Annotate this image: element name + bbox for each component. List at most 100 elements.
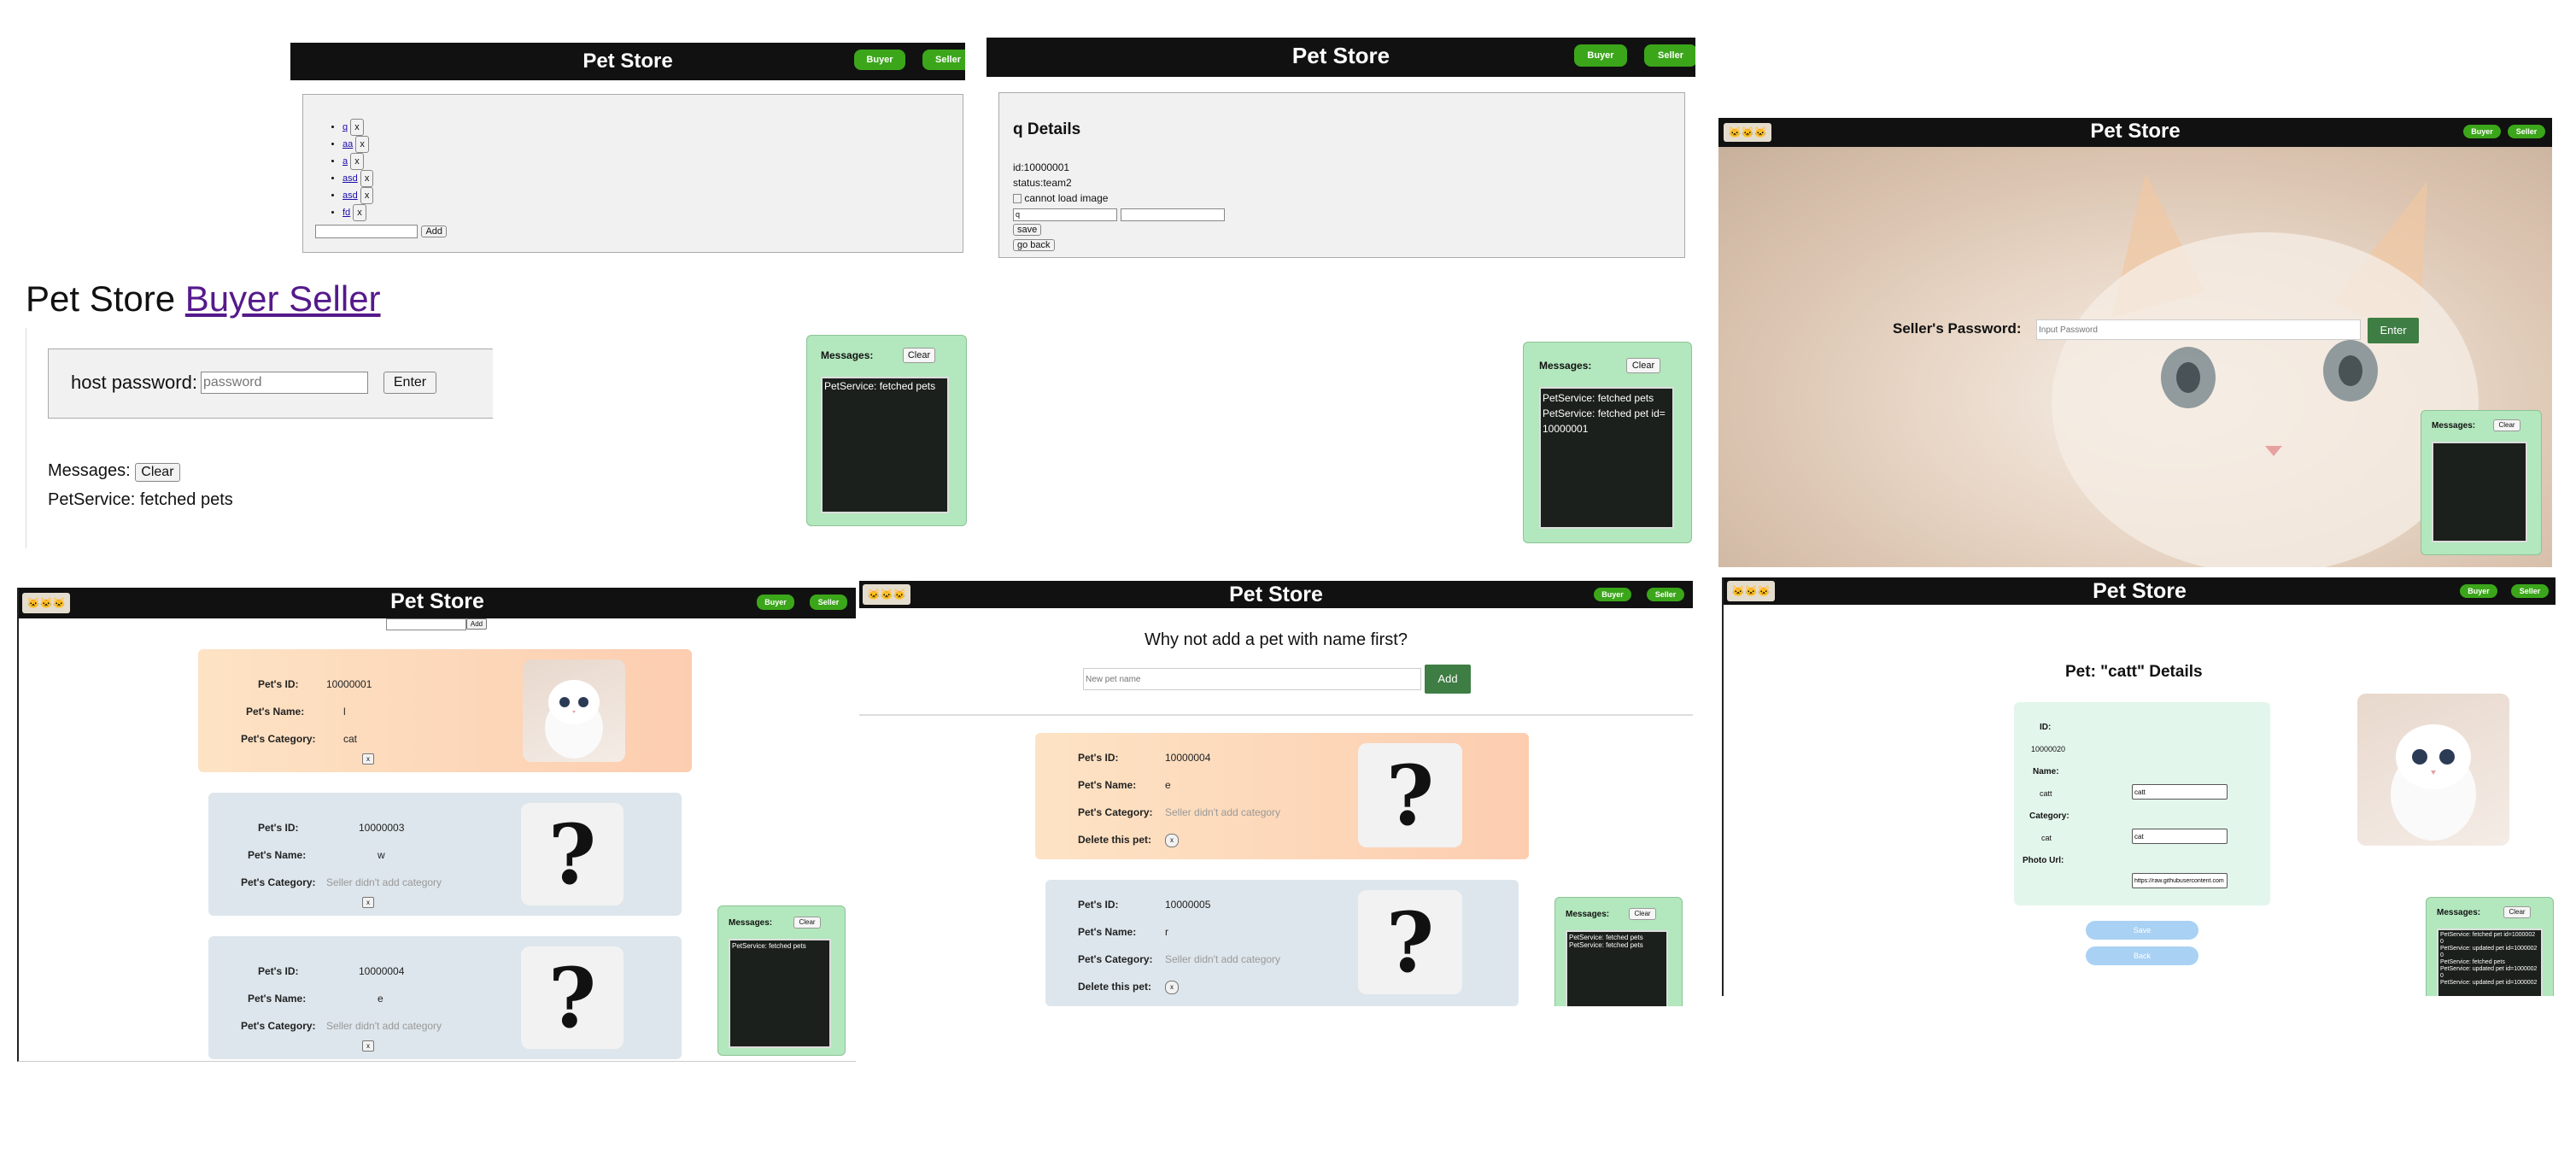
back-button[interactable]: Back <box>2086 946 2198 965</box>
add-pet-button[interactable]: Add <box>1425 665 1471 694</box>
message-line: PetService: fetched pet id=1000002 <box>2440 932 2536 938</box>
pet-list-item: aa x <box>342 136 963 153</box>
password-box: host password: Enter <box>48 349 493 419</box>
seller-button[interactable]: Seller <box>2508 125 2545 138</box>
seller-button[interactable]: Seller <box>922 50 965 70</box>
pet-list-box: q x aa x a x asd x asd x fd x Add <box>302 94 963 253</box>
messages-panel: Messages: Clear PetService: fetched pets <box>806 335 967 526</box>
buyer-button[interactable]: Buyer <box>2463 125 2501 138</box>
clear-messages-button[interactable]: Clear <box>2503 906 2531 918</box>
add-pet-button[interactable]: Add <box>466 618 487 630</box>
details-box: q Details id:10000001 status:team2 canno… <box>998 92 1685 258</box>
app-title: Pet Store <box>390 589 484 613</box>
message-line: 0 <box>2440 939 2444 945</box>
buyer-button[interactable]: Buyer <box>854 50 905 70</box>
new-pet-name-input[interactable] <box>1083 668 1421 690</box>
category-label: Category: <box>2029 811 2070 821</box>
delete-pet-button[interactable]: x <box>353 204 366 221</box>
delete-pet-button[interactable]: x <box>1165 834 1179 847</box>
delete-pet-button[interactable]: x <box>350 119 364 136</box>
broken-image-icon <box>1013 194 1022 204</box>
new-pet-input[interactable] <box>315 225 418 238</box>
message-line: PetService: fetched pets <box>732 942 806 950</box>
panel-seller-list: 🐱🐱🐱 Pet Store Buyer Seller Why not add a… <box>859 581 1693 1006</box>
pet-link[interactable]: q <box>342 122 348 132</box>
page-heading: Pet Store Buyer Seller <box>26 278 381 319</box>
seller-enter-button[interactable]: Enter <box>2368 318 2419 343</box>
pet-name-input[interactable] <box>1013 208 1117 221</box>
buyer-button[interactable]: Buyer <box>1594 588 1631 601</box>
clear-messages-button[interactable]: Clear <box>2493 419 2520 431</box>
password-input[interactable] <box>201 372 368 394</box>
new-pet-input[interactable] <box>386 618 466 630</box>
clear-messages-button[interactable]: Clear <box>135 463 180 482</box>
password-label: host password: <box>71 372 197 393</box>
seller-password-label: Seller's Password: <box>1893 320 2022 337</box>
delete-pet-button[interactable]: x <box>362 1040 374 1052</box>
message-line: 0 <box>2440 973 2444 979</box>
pet-list-item: fd x <box>342 204 963 221</box>
divider <box>859 714 1693 716</box>
delete-pet-button[interactable]: x <box>350 153 364 170</box>
buyer-button[interactable]: Buyer <box>757 595 794 610</box>
pet-link[interactable]: asd <box>342 173 358 184</box>
photo-url-input[interactable] <box>2132 873 2228 888</box>
image-alt-text: cannot load image <box>1024 192 1109 204</box>
app-header: 🐱🐱🐱 Pet Store Buyer Seller <box>1718 118 2552 147</box>
message-line: PetService: fetched pets <box>1569 941 1643 949</box>
app-header: 🐱🐱🐱 Pet Store Buyer Seller <box>1724 577 2556 605</box>
messages-panel: Messages: Clear PetService: fetched pets <box>717 905 846 1056</box>
buyer-button[interactable]: Buyer <box>2460 584 2497 598</box>
clear-messages-button[interactable]: Clear <box>1629 908 1656 920</box>
pet-card: Pet's ID: 10000003 Pet's Name: w Pet's C… <box>208 793 682 916</box>
pet-name-value: l <box>343 706 346 718</box>
pet-photo <box>523 659 625 762</box>
panel-seller-password: 🐱🐱🐱 Pet Store Buyer Seller Seller's Pass… <box>1718 118 2552 567</box>
category-input[interactable] <box>2132 829 2228 844</box>
delete-pet-button[interactable]: x <box>360 170 374 187</box>
pet-id-label: Pet's ID: <box>258 822 299 834</box>
pet-category-label: Pet's Category: <box>241 876 316 888</box>
app-header: 🐱🐱🐱 Pet Store Buyer Seller <box>859 581 1693 608</box>
buyer-button[interactable]: Buyer <box>1574 44 1627 67</box>
delete-pet-button[interactable]: x <box>1165 981 1179 994</box>
save-button-wrap: save <box>1013 221 1042 237</box>
delete-pet-button[interactable]: x <box>355 136 369 153</box>
photo-url-label: Photo Url: <box>2023 856 2064 865</box>
clear-messages-button[interactable]: Clear <box>793 917 821 929</box>
buyer-seller-link[interactable]: Buyer Seller <box>185 278 381 319</box>
pet-link[interactable]: asd <box>342 190 358 201</box>
seller-button[interactable]: Seller <box>2511 584 2549 598</box>
new-pet-row: Add <box>315 223 448 238</box>
seller-button[interactable]: Seller <box>1644 44 1695 67</box>
pet-category-label: Pet's Category: <box>241 1020 316 1032</box>
delete-pet-button[interactable]: x <box>360 187 374 204</box>
pet-link[interactable]: aa <box>342 139 353 149</box>
pet-list-item: q x <box>342 119 963 136</box>
question-mark-icon: ? <box>521 946 624 1049</box>
go-back-button[interactable]: go back <box>1013 239 1055 251</box>
name-input[interactable] <box>2132 784 2228 800</box>
pet-name-value: e <box>1165 779 1171 791</box>
enter-button[interactable]: Enter <box>383 372 436 394</box>
seller-button[interactable]: Seller <box>810 595 847 610</box>
seller-password-input[interactable] <box>2036 319 2361 340</box>
pet-link[interactable]: a <box>342 156 348 167</box>
clear-messages-button[interactable]: Clear <box>1626 358 1660 373</box>
delete-pet-button[interactable]: x <box>362 897 374 908</box>
page-title: Pet Store <box>26 278 176 319</box>
pet-id-value: 10000001 <box>326 678 372 690</box>
pet-extra-input[interactable] <box>1121 208 1226 221</box>
seller-button[interactable]: Seller <box>1647 588 1684 601</box>
pet-name-label: Pet's Name: <box>1078 926 1137 938</box>
pet-link[interactable]: fd <box>342 208 350 218</box>
messages-label: Messages: <box>1566 910 1610 919</box>
app-header: Pet Store Buyer Seller <box>290 43 965 80</box>
save-button[interactable]: save <box>1013 224 1042 236</box>
delete-pet-button[interactable]: x <box>362 753 374 765</box>
clear-messages-button[interactable]: Clear <box>903 348 935 363</box>
add-pet-button[interactable]: Add <box>421 226 448 237</box>
pet-category-label: Pet's Category: <box>1078 806 1153 818</box>
save-button[interactable]: Save <box>2086 921 2198 940</box>
pet-id-label: Pet's ID: <box>1078 899 1119 911</box>
